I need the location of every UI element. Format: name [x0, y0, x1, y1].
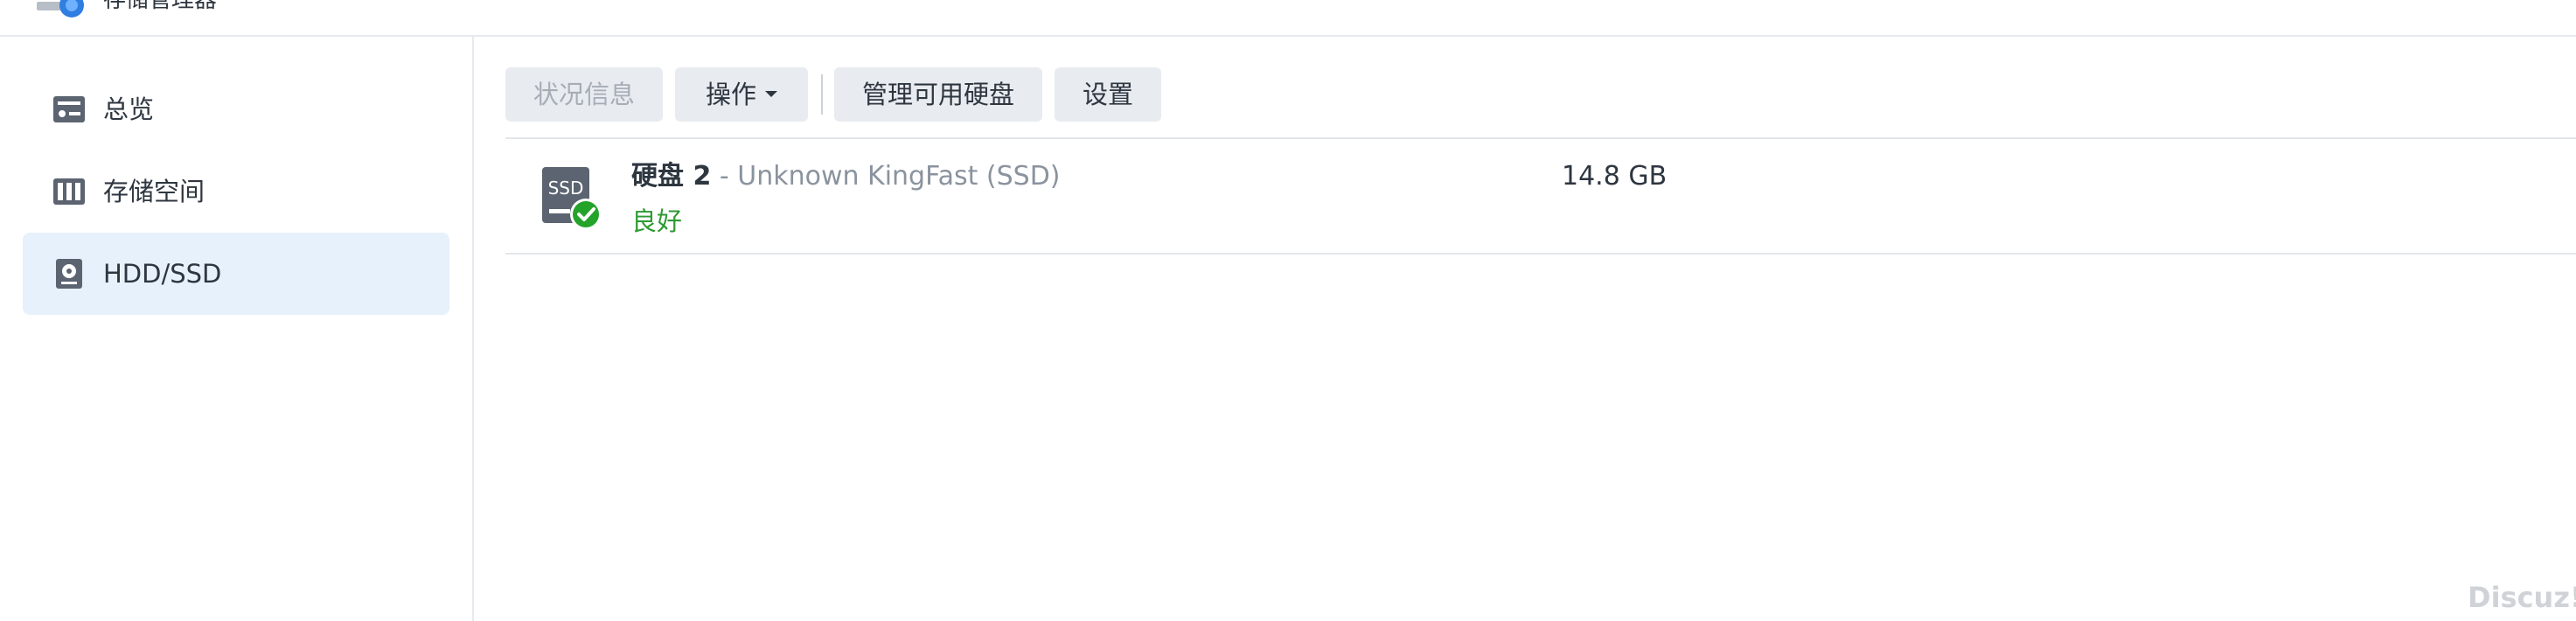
sidebar-item-label: HDD/SSD	[103, 259, 222, 289]
sidebar-item-label: 总览	[103, 94, 155, 124]
ssd-icon-text: SSD	[548, 178, 584, 199]
manage-available-disks-button[interactable]: 管理可用硬盘	[834, 67, 1042, 122]
disk-size: 14.8 GB	[1562, 161, 1667, 192]
overview-icon	[53, 96, 85, 122]
toolbar-divider	[821, 74, 823, 115]
storage-manager-app-icon	[37, 0, 84, 17]
disk-status: 良好	[631, 206, 683, 236]
disk-model: Unknown KingFast (SSD)	[737, 161, 1061, 192]
storage-pool-icon	[53, 178, 85, 205]
app-title: 存储管理器	[103, 0, 218, 13]
sidebar-item-overview[interactable]: 总览	[23, 68, 449, 150]
hdd-icon	[56, 259, 82, 289]
sidebar: 总览 存储空间 HDD/SSD	[0, 37, 474, 621]
sidebar-item-storage-pool[interactable]: 存储空间	[23, 150, 449, 233]
disk-name: 硬盘 2 - Unknown KingFast (SSD)	[631, 158, 1061, 195]
sidebar-item-hdd-ssd[interactable]: HDD/SSD	[23, 233, 449, 315]
disk-label: 硬盘 2	[631, 161, 712, 192]
caret-down-icon	[765, 90, 777, 97]
status-info-button[interactable]: 状况信息	[505, 67, 663, 122]
disk-row[interactable]: SSD 硬盘 2 - Unknown KingFast (SSD) 良好 14.…	[505, 139, 2576, 255]
actions-label: 操作	[705, 80, 756, 109]
actions-dropdown-button[interactable]: 操作	[675, 67, 808, 122]
watermark: Discuz!	[2468, 581, 2576, 614]
settings-button[interactable]: 设置	[1055, 67, 1161, 122]
disk-separator: -	[711, 161, 738, 192]
sidebar-item-label: 存储空间	[103, 177, 205, 206]
ssd-healthy-icon: SSD	[542, 167, 602, 230]
title-bar: 存储管理器	[0, 0, 2576, 37]
